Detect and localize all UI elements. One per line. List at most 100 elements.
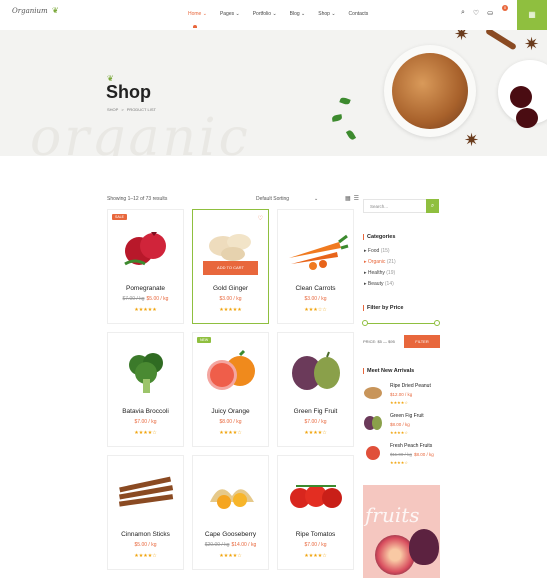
tomatoes-image bbox=[289, 485, 342, 508]
product-price: $20.00 / kg $14.00 / kg bbox=[204, 542, 257, 548]
heart-icon[interactable]: ♡ bbox=[473, 9, 479, 17]
list-view-icon[interactable]: ☰ bbox=[354, 195, 359, 202]
fig-image bbox=[409, 529, 439, 565]
star-anise-image: ✷ bbox=[454, 30, 470, 44]
product-name[interactable]: Batavia Broccoli bbox=[108, 408, 183, 415]
product-price: $3.00 / kg bbox=[219, 296, 242, 302]
product-name[interactable]: Green Fig Fruit bbox=[278, 408, 353, 415]
logo[interactable]: Organium bbox=[12, 7, 48, 15]
product-name[interactable]: Ripe Tomatos bbox=[278, 531, 353, 538]
nav-pages[interactable]: Pages ⌄ bbox=[220, 11, 240, 17]
heart-icon[interactable]: ♡ bbox=[258, 215, 263, 222]
page-banner: organic ❦ Shop SHOP > PRODUCT LIST ✷ ✷ ✷ bbox=[0, 30, 547, 156]
product-price: $5.00 / kg bbox=[134, 542, 157, 548]
grid-icon[interactable]: ▦ bbox=[517, 0, 547, 30]
fig-image bbox=[291, 351, 340, 390]
product-rating: ★★★★☆ bbox=[304, 430, 327, 436]
broccoli-image bbox=[128, 353, 163, 393]
price-range-text: PRICE: $5 — $95 bbox=[363, 339, 395, 344]
cinnamon-stick-image bbox=[484, 30, 518, 51]
active-nav-indicator bbox=[193, 25, 197, 28]
product-name[interactable]: Cinnamon Sticks bbox=[108, 531, 183, 538]
nav-contacts[interactable]: Contacts bbox=[349, 11, 369, 17]
cherry-bowl-image bbox=[498, 60, 547, 128]
category-item[interactable]: ▸ Food (15) bbox=[364, 248, 390, 254]
product-card[interactable]: Batavia Broccoli $7.00 / kg ★★★★☆ bbox=[107, 332, 184, 447]
carrots-image bbox=[288, 234, 348, 270]
price-slider-track[interactable] bbox=[364, 323, 438, 324]
main-nav: Home ⌄ Pages ⌄ Portfolio ⌄ Blog ⌄ Shop ⌄… bbox=[188, 11, 381, 17]
nav-home[interactable]: Home ⌄ bbox=[188, 11, 207, 17]
cart-icon[interactable]: ⛀ bbox=[487, 9, 493, 17]
arrival-rating: ★★★★☆ bbox=[390, 460, 408, 465]
nav-shop[interactable]: Shop ⌄ bbox=[318, 11, 335, 17]
product-price: $7.00 / kg bbox=[304, 419, 327, 425]
product-rating: ★★★★☆ bbox=[219, 553, 242, 559]
dried-fruit-bowl-image bbox=[384, 45, 476, 137]
basil-leaf-image bbox=[331, 114, 343, 122]
product-rating: ★★★★☆ bbox=[219, 430, 242, 436]
search-icon[interactable]: ⌕ bbox=[426, 199, 439, 213]
price-slider-max-handle[interactable] bbox=[434, 320, 440, 326]
price-filter-title: Filter by Price bbox=[363, 305, 403, 311]
star-anise-image: ✷ bbox=[464, 130, 480, 150]
arrival-rating: ★★★★☆ bbox=[390, 430, 408, 435]
product-card[interactable]: ♡ ADD TO CART Gold Ginger $3.00 / kg ★★★… bbox=[192, 209, 269, 324]
category-item[interactable]: ▸ Organic (21) bbox=[364, 259, 396, 265]
search-icon[interactable]: ⌕ bbox=[461, 9, 465, 17]
product-card[interactable]: SALE Pomegranate $7.00 / kg $5.00 / kg ★★… bbox=[107, 209, 184, 324]
cart-count-badge: 0 bbox=[502, 5, 508, 11]
pomegranate-image bbox=[123, 232, 166, 266]
nav-portfolio[interactable]: Portfolio ⌄ bbox=[253, 11, 277, 17]
product-card[interactable]: Clean Carrots $3.00 / kg ★★★☆☆ bbox=[277, 209, 354, 324]
category-item[interactable]: ▸ Beauty (14) bbox=[364, 281, 394, 287]
sort-select[interactable]: Default Sorting bbox=[256, 196, 289, 202]
product-card[interactable]: Cape Gooseberry $20.00 / kg $14.00 / kg ★… bbox=[192, 455, 269, 570]
basil-leaf-image bbox=[339, 96, 351, 106]
arrival-name[interactable]: Fresh Peach Fruits bbox=[390, 443, 432, 449]
site-header: Organium ❦ Home ⌄ Pages ⌄ Portfolio ⌄ Bl… bbox=[0, 0, 547, 30]
add-to-cart-button[interactable]: ADD TO CART bbox=[203, 261, 258, 275]
banner-watermark: organic bbox=[30, 108, 251, 156]
product-price: $8.00 / kg bbox=[219, 419, 242, 425]
arrival-name[interactable]: Green Fig Fruit bbox=[390, 413, 424, 419]
product-name[interactable]: Juicy Orange bbox=[193, 408, 268, 415]
nav-blog[interactable]: Blog ⌄ bbox=[290, 11, 306, 17]
product-card[interactable]: Green Fig Fruit $7.00 / kg ★★★★☆ bbox=[277, 332, 354, 447]
filter-button[interactable]: FILTER bbox=[404, 335, 440, 348]
product-name[interactable]: Cape Gooseberry bbox=[193, 531, 268, 538]
orange-image bbox=[206, 349, 255, 390]
breadcrumb: SHOP > PRODUCT LIST bbox=[107, 107, 156, 112]
cape-gooseberry-image bbox=[209, 489, 254, 509]
grid-view-icon[interactable]: ▦ bbox=[345, 195, 351, 202]
product-card[interactable]: NEW Juicy Orange $8.00 / kg ★★★★☆ bbox=[192, 332, 269, 447]
category-item[interactable]: ▸ Healthy (19) bbox=[364, 270, 395, 276]
breadcrumb-shop[interactable]: SHOP bbox=[107, 107, 118, 112]
product-card[interactable]: Ripe Tomatos $7.00 / kg ★★★★☆ bbox=[277, 455, 354, 570]
arrival-price: $11.00 / kg $8.00 / kg bbox=[390, 452, 434, 457]
product-name[interactable]: Pomegranate bbox=[108, 285, 183, 292]
header-icons: ⌕ ♡ ⛀ bbox=[461, 9, 493, 17]
cinnamon-sticks-image bbox=[118, 476, 173, 507]
results-count: Showing 1–12 of 73 results bbox=[107, 196, 168, 202]
categories-title: Categories bbox=[363, 234, 395, 240]
product-price: $7.00 / kg bbox=[304, 542, 327, 548]
price-slider-min-handle[interactable] bbox=[362, 320, 368, 326]
page-title: Shop bbox=[106, 82, 151, 102]
new-arrivals-title: Meet New Arrivals bbox=[363, 368, 414, 374]
product-price: $7.00 / kg bbox=[134, 419, 157, 425]
new-badge: NEW bbox=[197, 337, 212, 343]
product-name[interactable]: Gold Ginger bbox=[193, 285, 268, 292]
product-name[interactable]: Clean Carrots bbox=[278, 285, 353, 292]
fig-thumbnail bbox=[364, 416, 382, 430]
peanut-thumbnail bbox=[364, 387, 382, 399]
arrival-rating: ★★★★☆ bbox=[390, 400, 408, 405]
promo-banner[interactable]: fruits bbox=[363, 485, 440, 578]
view-toggle: ▦ ☰ bbox=[345, 195, 359, 202]
product-rating: ★★★★☆ bbox=[134, 430, 157, 436]
product-card[interactable]: Cinnamon Sticks $5.00 / kg ★★★★☆ bbox=[107, 455, 184, 570]
product-rating: ★★★★☆ bbox=[134, 553, 157, 559]
star-anise-image: ✷ bbox=[524, 34, 540, 54]
arrival-price: $8.00 / kg bbox=[390, 422, 410, 427]
arrival-name[interactable]: Ripe Dried Peanut bbox=[390, 383, 431, 389]
